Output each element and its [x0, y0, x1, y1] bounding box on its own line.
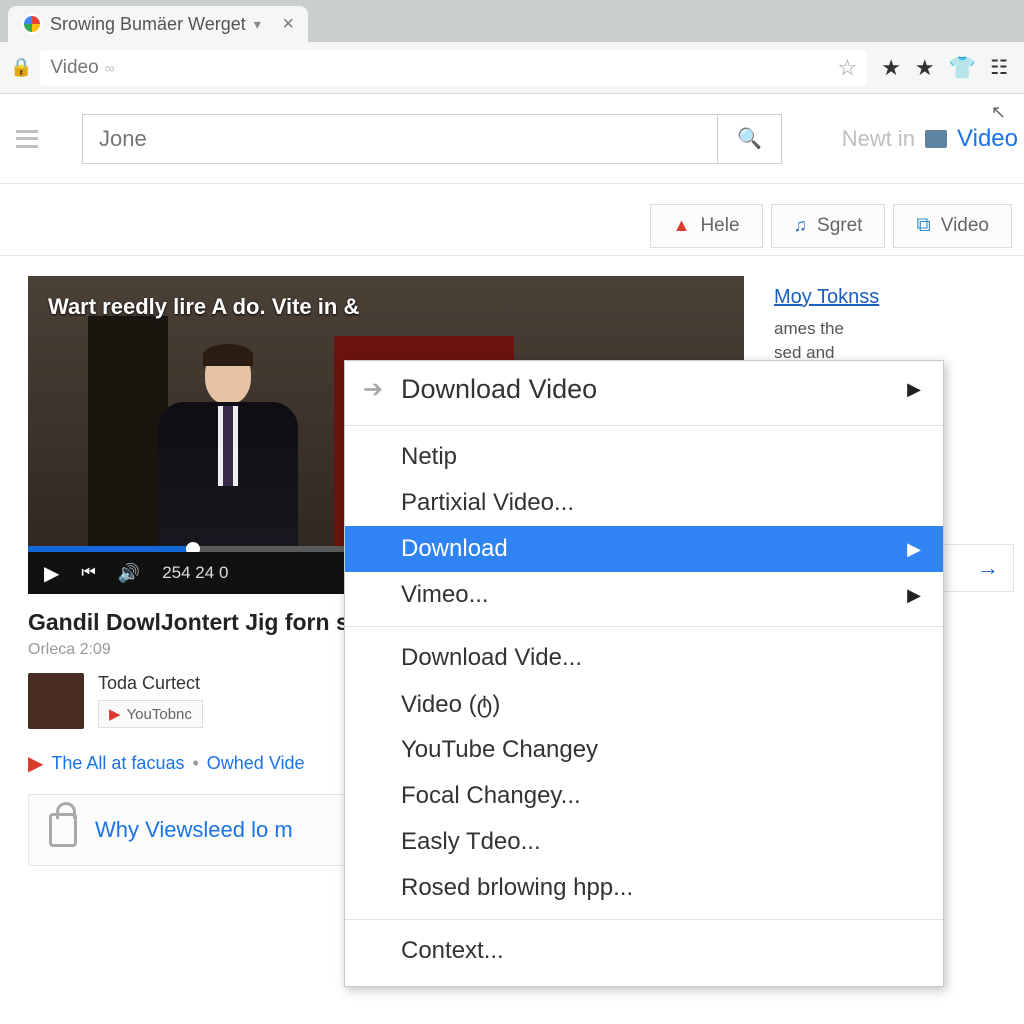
header-right: Newt in Video [842, 125, 1024, 153]
search-button[interactable]: 🔍 [717, 115, 781, 163]
submenu-arrow-icon: ▶ [907, 539, 921, 560]
filter-tab-hele[interactable]: ▲ Hele [650, 204, 763, 248]
related-link-b[interactable]: Owhed Vide [207, 753, 305, 774]
ctx-label: Easly Tdeo... [401, 828, 541, 856]
star-filled-icon-2[interactable]: ★ [915, 55, 935, 81]
video-link[interactable]: Video [957, 125, 1018, 153]
ctx-item-partial-video[interactable]: Partixial Video... [345, 480, 943, 526]
tab-strip: Srowing Bumäer Werget ▾ × [0, 0, 1024, 42]
ctx-separator [345, 425, 943, 426]
browser-tab[interactable]: Srowing Bumäer Werget ▾ × [8, 6, 308, 42]
tab-close-icon[interactable]: × [282, 13, 294, 36]
ctx-item-context[interactable]: Context... [345, 928, 943, 974]
ctx-item-download-video[interactable]: ➔ Download Video ▶ [345, 361, 943, 417]
star-filled-icon[interactable]: ★ [881, 55, 901, 81]
url-field[interactable]: Video ∞ ☆ [40, 50, 867, 86]
menu-hamburger-icon[interactable] [16, 130, 38, 148]
filter-tab-label: Video [941, 215, 989, 237]
related-link-a[interactable]: The All at facuas [51, 753, 184, 774]
bookmark-star-icon[interactable]: ☆ [837, 55, 857, 81]
uploader-name[interactable]: Toda Curtect [98, 673, 203, 694]
alert-triangle-icon: ▲ [673, 215, 691, 236]
shirt-icon[interactable]: 👕 [949, 55, 976, 81]
tab-dropdown-icon[interactable]: ▾ [254, 16, 261, 33]
ctx-item-video[interactable]: Video (ტ) [345, 681, 943, 727]
separator-dot: • [192, 753, 198, 774]
ctx-label: Context... [401, 937, 504, 965]
mouse-cursor-icon: ↖ [991, 102, 1006, 123]
ctx-separator [345, 626, 943, 627]
tab-title: Srowing Bumäer Werget [50, 14, 246, 35]
arrow-right-icon: → [977, 555, 999, 581]
ctx-label: Partixial Video... [401, 489, 574, 517]
video-caption: Wart reedly lire A do. Vite in & [48, 294, 359, 320]
filter-tab-label: Sgret [817, 215, 862, 237]
new-in-label: Newt in [842, 126, 915, 152]
folder-icon [925, 130, 947, 148]
play-icon[interactable]: ▶ [44, 561, 59, 586]
chrome-favicon-icon [22, 14, 42, 34]
youtube-badge[interactable]: ▶ YouTobnc [98, 700, 203, 728]
secure-lock-icon: 🔒 [10, 57, 32, 78]
ctx-item-rosed[interactable]: Rosed brlowing hpp... [345, 865, 943, 911]
browser-window: Srowing Bumäer Werget ▾ × 🔒 Video ∞ ☆ ★ … [0, 0, 1024, 1024]
music-note-icon: ♫ [794, 215, 808, 236]
filter-tabs: ▲ Hele ♫ Sgret ⧉ Video [0, 184, 1024, 256]
ctx-label: Download [401, 535, 508, 563]
ctx-item-youtube-changey[interactable]: YouTube Changey [345, 727, 943, 773]
ctx-item-easly-tdeo[interactable]: Easly Tdeo... [345, 819, 943, 865]
promo-text: Why Viewsleed lo m [95, 817, 293, 843]
ctx-label: Rosed brlowing hpp... [401, 874, 633, 902]
arrow-right-icon: ➔ [363, 375, 383, 404]
filter-tab-label: Hele [700, 215, 739, 237]
ctx-label: YouTube Changey [401, 736, 598, 764]
youtube-bullet-icon: ▶ [28, 751, 43, 776]
sidebar-title[interactable]: Moy Toknss [774, 286, 1014, 309]
url-text: Video [50, 57, 98, 79]
submenu-arrow-icon: ▶ [907, 585, 921, 606]
url-suffix: ∞ [105, 60, 115, 76]
ctx-item-download-vide[interactable]: Download Vide... [345, 635, 943, 681]
ctx-label: Vimeo... [401, 581, 489, 609]
context-menu: ➔ Download Video ▶ Netip Partixial Video… [344, 360, 944, 987]
timecode: 254 24 0 [162, 563, 228, 583]
lock-icon [49, 813, 77, 847]
extension-icons: ★ ★ 👕 ☷ [875, 55, 1014, 81]
ctx-label: Download Video [401, 374, 597, 405]
ctx-item-vimeo[interactable]: Vimeo... ▶ [345, 572, 943, 618]
ctx-label: Focal Changey... [401, 782, 581, 810]
site-header: 🔍 Newt in Video [0, 94, 1024, 184]
ctx-item-focal-changey[interactable]: Focal Changey... [345, 773, 943, 819]
address-bar: 🔒 Video ∞ ☆ ★ ★ 👕 ☷ [0, 42, 1024, 94]
submenu-arrow-icon: ▶ [907, 379, 921, 400]
filter-tab-video[interactable]: ⧉ Video [893, 204, 1012, 248]
monitor-icon: ⧉ [916, 214, 930, 237]
youtube-icon: ▶ [109, 705, 121, 723]
search-input[interactable] [83, 115, 717, 163]
ctx-label: Download Vide... [401, 644, 582, 672]
ctx-label: Video (ტ) [401, 690, 500, 719]
list-settings-icon[interactable]: ☷ [990, 55, 1008, 80]
uploader-avatar[interactable] [28, 673, 84, 729]
volume-icon[interactable]: 🔊 [118, 563, 140, 584]
filter-tab-sgret[interactable]: ♫ Sgret [771, 204, 886, 248]
search-icon: 🔍 [737, 126, 762, 151]
youtube-badge-label: YouTobnc [127, 706, 192, 723]
ctx-separator [345, 919, 943, 920]
ctx-label: Netip [401, 443, 457, 471]
ctx-item-netip[interactable]: Netip [345, 434, 943, 480]
prev-icon[interactable]: ⏮ [81, 564, 95, 582]
search-box: 🔍 [82, 114, 782, 164]
ctx-item-download[interactable]: Download ▶ [345, 526, 943, 572]
